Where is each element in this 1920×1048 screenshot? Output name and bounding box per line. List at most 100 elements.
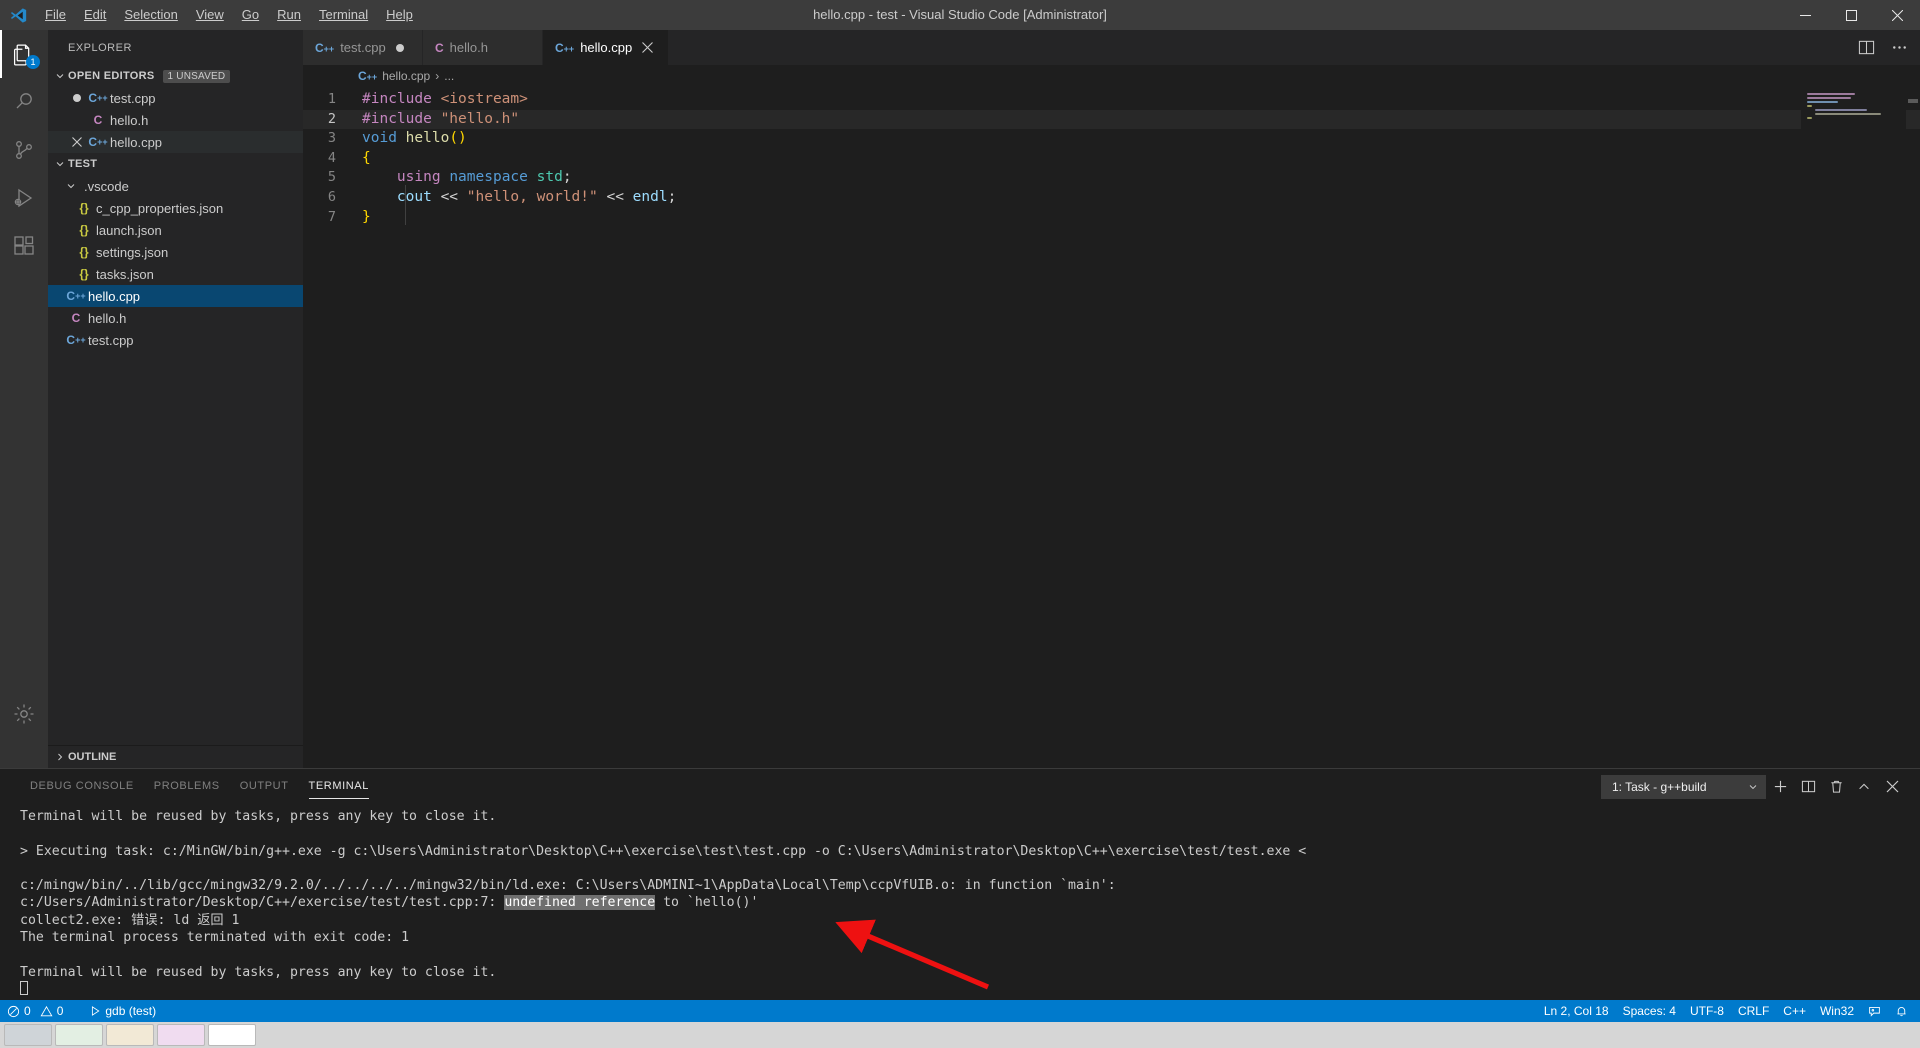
code-editor[interactable]: 1 #include <iostream> 2 #include "hello.… <box>303 87 1920 768</box>
h-file-icon: C <box>71 311 81 325</box>
status-language-mode[interactable]: C++ <box>1776 1000 1813 1022</box>
menu-edit-label: Edit <box>83 7 107 22</box>
ellipsis-icon[interactable] <box>1891 39 1908 56</box>
menu-run[interactable]: Run <box>268 0 310 30</box>
dirty-indicator-icon[interactable] <box>395 43 404 52</box>
title-bar: File Edit Selection View Go Run Terminal… <box>0 0 1920 30</box>
panel-scrollbar[interactable] <box>1906 804 1920 1000</box>
split-terminal-button[interactable] <box>1794 773 1822 801</box>
breadcrumb-tail[interactable]: ... <box>444 69 454 83</box>
menu-help[interactable]: Help <box>377 0 422 30</box>
activity-item-source-control[interactable] <box>0 126 48 174</box>
tree-item-test-cpp[interactable]: C ++ test.cpp <box>48 329 303 351</box>
status-feedback[interactable] <box>1861 1000 1888 1022</box>
breadcrumb-file[interactable]: hello.cpp <box>382 69 430 83</box>
terminal-line-prefix: c:/Users/Administrator/Desktop/C++/exerc… <box>20 895 505 911</box>
chevron-down-icon <box>52 158 68 170</box>
section-workspace-test[interactable]: TEST <box>48 153 303 175</box>
menu-view-label: View <box>195 7 224 22</box>
panel-tab-terminal[interactable]: TERMINAL <box>299 769 379 804</box>
menu-view[interactable]: View <box>187 0 233 30</box>
close-icon[interactable] <box>66 137 88 147</box>
tree-item-settings-json[interactable]: {} settings.json <box>48 241 303 263</box>
new-terminal-button[interactable] <box>1766 773 1794 801</box>
terminal-cursor <box>20 980 28 995</box>
menu-terminal[interactable]: Terminal <box>310 0 377 30</box>
tab-hello-cpp[interactable]: C++ hello.cpp <box>543 30 670 65</box>
split-editor-icon[interactable] <box>1858 39 1875 56</box>
maximize-panel-button[interactable] <box>1850 773 1878 801</box>
menu-selection[interactable]: Selection <box>115 0 186 30</box>
tree-item-launch-json[interactable]: {} launch.json <box>48 219 303 241</box>
terminal-line: Terminal will be reused by tasks, press … <box>20 964 497 980</box>
editor-scrollbar[interactable] <box>1906 87 1920 768</box>
tab-test-cpp[interactable]: C++ test.cpp <box>303 30 423 65</box>
status-run-gdb[interactable]: gdb (test) <box>82 1000 163 1022</box>
panel-tab-problems[interactable]: PROBLEMS <box>144 769 230 804</box>
terminal-selector-value: 1: Task - g++build <box>1612 779 1707 794</box>
taskbar-app[interactable] <box>157 1024 205 1046</box>
tab-label: test.cpp <box>340 40 386 55</box>
workspace-label: TEST <box>68 158 98 170</box>
close-panel-button[interactable] <box>1878 773 1906 801</box>
activity-item-manage[interactable] <box>0 690 48 738</box>
taskbar-app[interactable] <box>4 1024 52 1046</box>
tree-item-hello-cpp[interactable]: C ++ hello.cpp <box>48 285 303 307</box>
breadcrumb-separator: › <box>435 69 440 83</box>
activity-item-extensions[interactable] <box>0 222 48 270</box>
close-icon[interactable] <box>642 42 658 53</box>
minimap-line <box>1815 109 1867 111</box>
tab-hello-h[interactable]: C hello.h <box>423 30 543 65</box>
status-indentation[interactable]: Spaces: 4 <box>1616 1000 1683 1022</box>
tree-item-c-cpp-properties-json[interactable]: {} c_cpp_properties.json <box>48 197 303 219</box>
terminal-output[interactable]: Terminal will be reused by tasks, press … <box>0 804 1920 1000</box>
menu-edit[interactable]: Edit <box>75 0 115 30</box>
tree-item-hello-h[interactable]: C hello.h <box>48 307 303 329</box>
tree-item-label: c_cpp_properties.json <box>96 200 224 216</box>
minimize-button[interactable] <box>1782 0 1828 30</box>
panel: DEBUG CONSOLE PROBLEMS OUTPUT TERMINAL 1… <box>0 768 1920 1000</box>
panel-tab-output[interactable]: OUTPUT <box>230 769 299 804</box>
minimap-line <box>1807 101 1838 103</box>
taskbar-app[interactable] <box>208 1024 256 1046</box>
open-editor-test-cpp[interactable]: C ++ test.cpp <box>48 87 303 109</box>
menu-go[interactable]: Go <box>233 0 268 30</box>
kill-terminal-button[interactable] <box>1822 773 1850 801</box>
status-problems[interactable]: 0 0 <box>0 1000 70 1022</box>
chevron-down-icon <box>1747 781 1759 793</box>
section-outline[interactable]: OUTLINE <box>48 746 303 768</box>
cpp-file-icon: C++ <box>315 40 335 55</box>
status-cursor-position[interactable]: Ln 2, Col 18 <box>1537 1000 1616 1022</box>
code-line: 5 using namespace std; <box>303 168 1920 188</box>
menu-terminal-label: Terminal <box>319 7 369 22</box>
activity-item-search[interactable] <box>0 78 48 126</box>
tree-item-vscode-folder[interactable]: .vscode <box>48 175 303 197</box>
open-editor-hello-h[interactable]: C hello.h <box>48 109 303 131</box>
status-encoding[interactable]: UTF-8 <box>1683 1000 1731 1022</box>
taskbar-app[interactable] <box>55 1024 103 1046</box>
activity-item-explorer[interactable]: 1 <box>0 30 48 78</box>
dirty-indicator-icon[interactable] <box>66 94 88 102</box>
terminal-selector-dropdown[interactable]: 1: Task - g++build <box>1601 774 1766 799</box>
h-file-icon: C <box>435 40 444 55</box>
status-eol[interactable]: CRLF <box>1731 1000 1776 1022</box>
activity-item-run-and-debug[interactable] <box>0 174 48 222</box>
terminal-line-error: c:/Users/Administrator/Desktop/C++/exerc… <box>20 894 1920 911</box>
maximize-button[interactable] <box>1828 0 1874 30</box>
tree-item-label: launch.json <box>96 222 162 238</box>
close-button[interactable] <box>1874 0 1920 30</box>
taskbar-app[interactable] <box>106 1024 154 1046</box>
panel-tab-debug-console[interactable]: DEBUG CONSOLE <box>20 769 144 804</box>
open-editor-hello-cpp[interactable]: C ++ hello.cpp <box>48 131 303 153</box>
menu-file[interactable]: File <box>36 0 75 30</box>
section-open-editors[interactable]: OPEN EDITORS 1 UNSAVED <box>48 65 303 87</box>
status-notifications[interactable] <box>1888 1000 1920 1022</box>
status-platform[interactable]: Win32 <box>1813 1000 1861 1022</box>
minimap[interactable] <box>1801 87 1906 768</box>
menu-file-label: File <box>45 7 66 22</box>
terminal-line-suffix: to `hello()' <box>655 895 759 911</box>
tree-item-tasks-json[interactable]: {} tasks.json <box>48 263 303 285</box>
status-error-count: 0 <box>24 1004 31 1018</box>
status-bar: 0 0 gdb (test) Ln 2, Col 18 Spaces: 4 UT… <box>0 1000 1920 1022</box>
